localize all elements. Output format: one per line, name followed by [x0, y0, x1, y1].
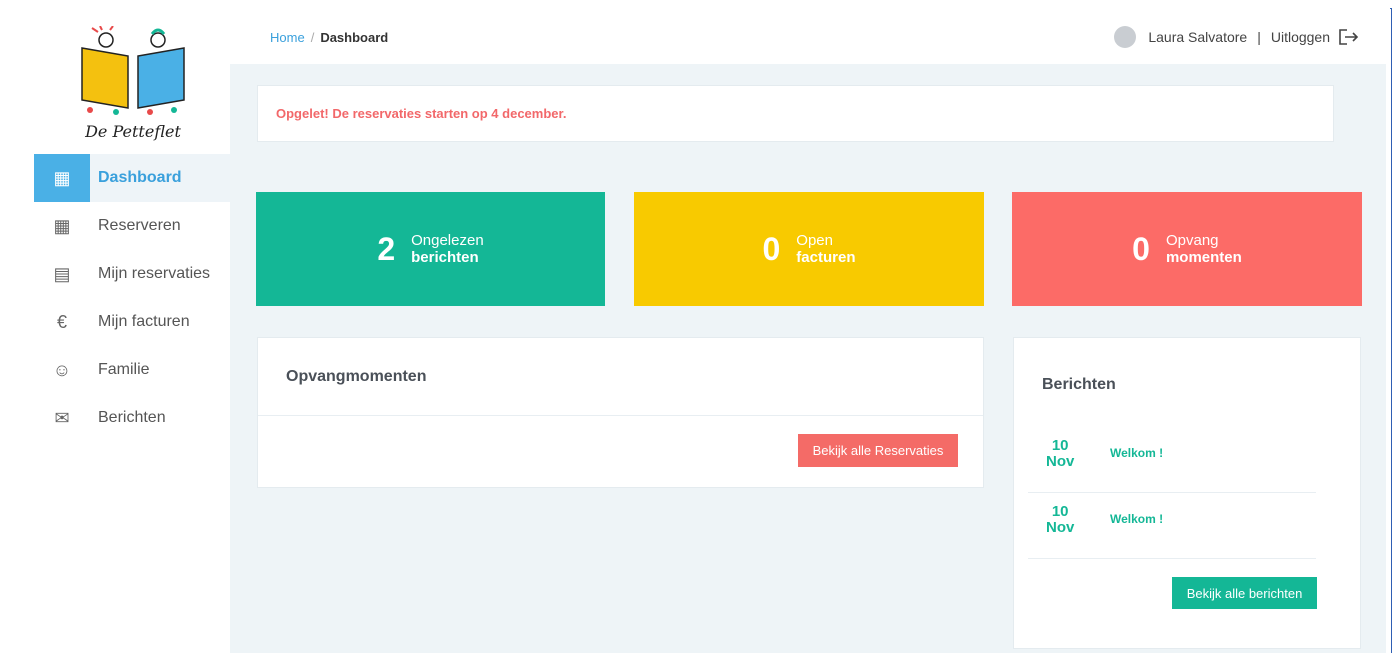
stat-label-line2: berichten [411, 249, 479, 266]
breadcrumb-home-link[interactable]: Home [270, 30, 305, 45]
stat-value: 2 [377, 230, 396, 267]
logout-icon[interactable] [1338, 28, 1360, 46]
sidebar-item-label: Berichten [98, 409, 166, 426]
stat-label-line2: facturen [796, 249, 856, 266]
user-divider: | [1257, 29, 1261, 45]
stat-unread-messages[interactable]: 2 Ongelezen berichten [256, 192, 605, 306]
logo-name: De Petteflet [85, 122, 181, 141]
breadcrumb-current: Dashboard [320, 30, 389, 45]
sidebar-item-familie[interactable]: ☺ Familie [34, 346, 230, 394]
user-name[interactable]: Laura Salvatore [1148, 29, 1247, 45]
message-day: 10 [1051, 437, 1069, 454]
family-icon: ☺ [52, 359, 72, 380]
card-title: Berichten [1042, 376, 1116, 393]
sidebar-item-label: Reserveren [98, 217, 181, 234]
view-all-reservations-button[interactable]: Bekijk alle Reservaties [798, 434, 958, 467]
message-date: 10 Nov [1046, 504, 1074, 536]
sidebar-item-mijn-facturen[interactable]: € Mijn facturen [34, 298, 230, 346]
message-item[interactable]: 10 Nov Welkom ! [1028, 426, 1316, 493]
alert-banner: Opgelet! De reservaties starten op 4 dec… [257, 85, 1334, 142]
breadcrumb-separator: / [310, 30, 315, 45]
message-date: 10 Nov [1046, 438, 1074, 470]
sidebar: De Petteflet ▦ Dashboard ▦ Reserveren ▤ … [6, 8, 230, 653]
calendar-icon: ▦ [53, 215, 71, 236]
document-icon: ▤ [53, 263, 71, 284]
card-header: Opvangmomenten [258, 338, 983, 416]
stat-value: 0 [1132, 230, 1150, 267]
sidebar-item-mijn-reservaties[interactable]: ▤ Mijn reservaties [34, 250, 230, 298]
logout-link[interactable]: Uitloggen [1271, 29, 1330, 45]
card-title: Opvangmomenten [286, 368, 427, 385]
main-content: Opgelet! De reservaties starten op 4 dec… [230, 64, 1386, 653]
stat-label-line1: Open [796, 232, 833, 249]
stat-value: 0 [762, 230, 781, 267]
stat-label-line2: momenten [1165, 249, 1242, 266]
stat-label: Opvang momenten [1166, 232, 1242, 266]
sidebar-item-reserveren[interactable]: ▦ Reserveren [34, 202, 230, 250]
sidebar-item-label: Familie [98, 361, 150, 378]
message-item[interactable]: 10 Nov Welkom ! [1028, 492, 1316, 559]
avatar[interactable] [1114, 26, 1137, 48]
stat-open-invoices[interactable]: 0 Open facturen [634, 192, 984, 306]
stat-label-line1: Ongelezen [411, 232, 484, 249]
message-month: Nov [1046, 453, 1075, 470]
view-all-messages-button[interactable]: Bekijk alle berichten [1172, 577, 1317, 609]
breadcrumb: Home / Dashboard [270, 30, 388, 45]
stat-label: Ongelezen berichten [411, 232, 484, 266]
message-month: Nov [1046, 519, 1075, 536]
message-title[interactable]: Welkom ! [1110, 512, 1163, 526]
stat-label: Open facturen [796, 232, 855, 266]
envelope-icon: ✉ [54, 407, 70, 428]
logo[interactable]: De Petteflet [68, 25, 198, 144]
stat-label-line1: Opvang [1165, 232, 1219, 249]
sidebar-nav: ▦ Dashboard ▦ Reserveren ▤ Mijn reservat… [34, 154, 230, 442]
sidebar-item-berichten[interactable]: ✉ Berichten [34, 394, 230, 442]
alert-text: Opgelet! De reservaties starten op 4 dec… [276, 106, 567, 121]
message-day: 10 [1051, 503, 1069, 520]
sidebar-item-label: Mijn facturen [98, 313, 190, 330]
topbar: Home / Dashboard Laura Salvatore | Uitlogg… [230, 8, 1390, 64]
sidebar-item-dashboard[interactable]: ▦ Dashboard [34, 154, 230, 202]
user-menu: Laura Salvatore | Uitloggen [1114, 26, 1360, 48]
stat-care-moments[interactable]: 0 Opvang momenten [1012, 192, 1362, 306]
opvangmomenten-card: Opvangmomenten Bekijk alle Reservaties [257, 337, 984, 488]
dashboard-icon: ▦ [34, 154, 90, 202]
sidebar-item-label: Dashboard [98, 169, 182, 186]
euro-icon: € [56, 311, 67, 332]
book-logo-icon [81, 25, 185, 115]
sidebar-item-label: Mijn reservaties [98, 265, 211, 282]
message-title[interactable]: Welkom ! [1110, 446, 1163, 460]
berichten-card: Berichten 10 Nov Welkom ! 10 Nov Welkom … [1013, 337, 1361, 649]
